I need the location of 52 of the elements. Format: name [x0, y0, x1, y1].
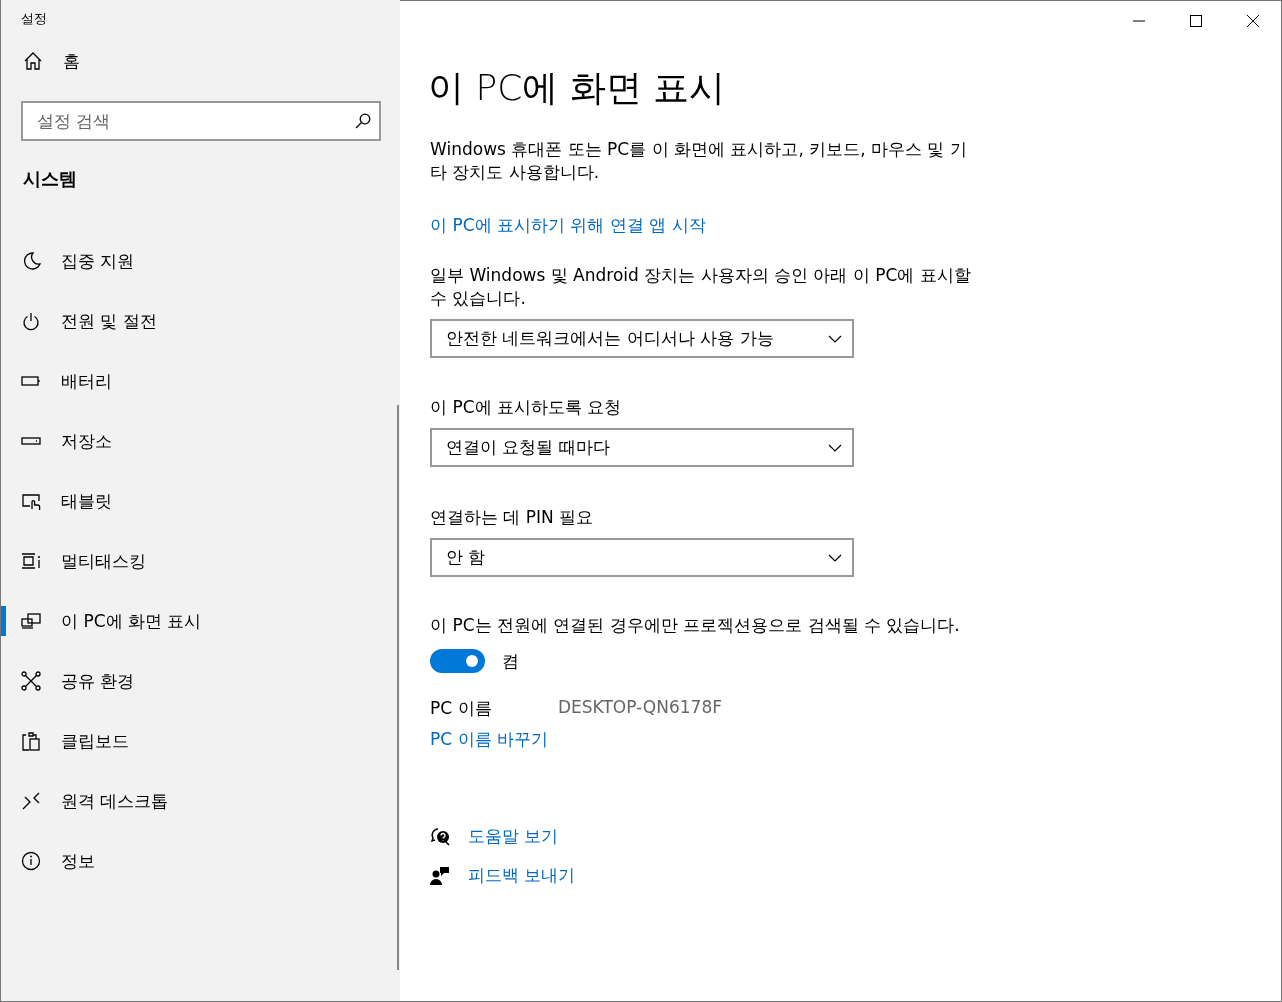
- help-link[interactable]: 피드백 보내기: [468, 864, 576, 887]
- close-icon: [1246, 15, 1259, 27]
- nav-item[interactable]: 저장소: [1, 411, 386, 471]
- nav-item[interactable]: 집중 지원: [1, 231, 386, 291]
- multitasking-icon: [21, 551, 41, 571]
- help-link[interactable]: 도움말 보기: [468, 825, 559, 848]
- clipboard-icon: [21, 731, 41, 751]
- nav-item[interactable]: 이 PC에 화면 표시: [1, 591, 386, 651]
- project-to-pc-icon: [21, 611, 41, 631]
- nav-item[interactable]: 배터리: [1, 351, 386, 411]
- scrollbar[interactable]: [397, 405, 399, 970]
- pc-name-label: PC 이름: [430, 697, 493, 720]
- help-chat-icon: [430, 826, 450, 847]
- remote-desktop-icon: [21, 791, 41, 811]
- nav-item[interactable]: 멀티태스킹: [1, 531, 386, 591]
- setting-label: 이 PC에 표시하도록 요청: [430, 396, 623, 419]
- chevron-down-icon: [828, 553, 842, 562]
- dropdown[interactable]: 안전한 네트워크에서는 어디서나 사용 가능: [430, 319, 854, 358]
- pc-name-value: DESKTOP-QN6178F: [558, 697, 722, 719]
- toggle-state: 켬: [502, 649, 519, 673]
- nav-item[interactable]: 태블릿: [1, 471, 386, 531]
- nav-item[interactable]: 원격 데스크톱: [1, 771, 386, 831]
- launch-app-link[interactable]: 이 PC에 표시하기 위해 연결 앱 시작: [430, 214, 706, 237]
- setting-label: 일부 Windows 및 Android 장치는 사용자의 승인 아래 이 PC에 표시할 수 있습니다.: [430, 264, 972, 310]
- nav-item[interactable]: 공유 환경: [1, 651, 386, 711]
- search-field[interactable]: 설정 검색: [21, 101, 381, 141]
- home-icon: [23, 51, 43, 71]
- setting-label: 이 PC는 전원에 연결된 경우에만 프로젝션용으로 검색될 수 있습니다.: [430, 614, 961, 637]
- window-title: 설정: [20, 10, 48, 28]
- moon-icon: [21, 251, 41, 271]
- nav-item[interactable]: 정보: [1, 831, 386, 891]
- setting-label: 연결하는 데 PIN 필요: [430, 506, 595, 529]
- section-heading: 시스템: [22, 167, 78, 191]
- rename-pc-link[interactable]: PC 이름 바꾸기: [430, 728, 548, 751]
- dropdown[interactable]: 연결이 요청될 때마다: [430, 428, 854, 467]
- feedback-person-icon: [430, 865, 450, 886]
- chevron-down-icon: [828, 443, 842, 452]
- nav-item[interactable]: 클립보드: [1, 711, 386, 771]
- share-nodes-icon: [21, 671, 41, 691]
- description-text: Windows 휴대폰 또는 PC를 이 화면에 표시하고, 키보드, 마우스 및 기타 장치도 사용합니다.: [430, 138, 968, 184]
- page-title: 이 PC에 화면 표시: [428, 66, 727, 110]
- power-icon: [21, 311, 41, 331]
- maximize-icon: [1189, 15, 1202, 27]
- minimize-icon: [1132, 20, 1145, 22]
- chevron-down-icon: [828, 334, 842, 343]
- home-nav-item[interactable]: 홈: [1, 31, 386, 91]
- info-icon: [21, 851, 41, 871]
- toggle-switch[interactable]: [430, 649, 485, 673]
- tablet-touch-icon: [21, 491, 41, 511]
- search-icon: [355, 113, 371, 129]
- nav-item[interactable]: 전원 및 절전: [1, 291, 386, 351]
- dropdown[interactable]: 안 함: [430, 538, 854, 577]
